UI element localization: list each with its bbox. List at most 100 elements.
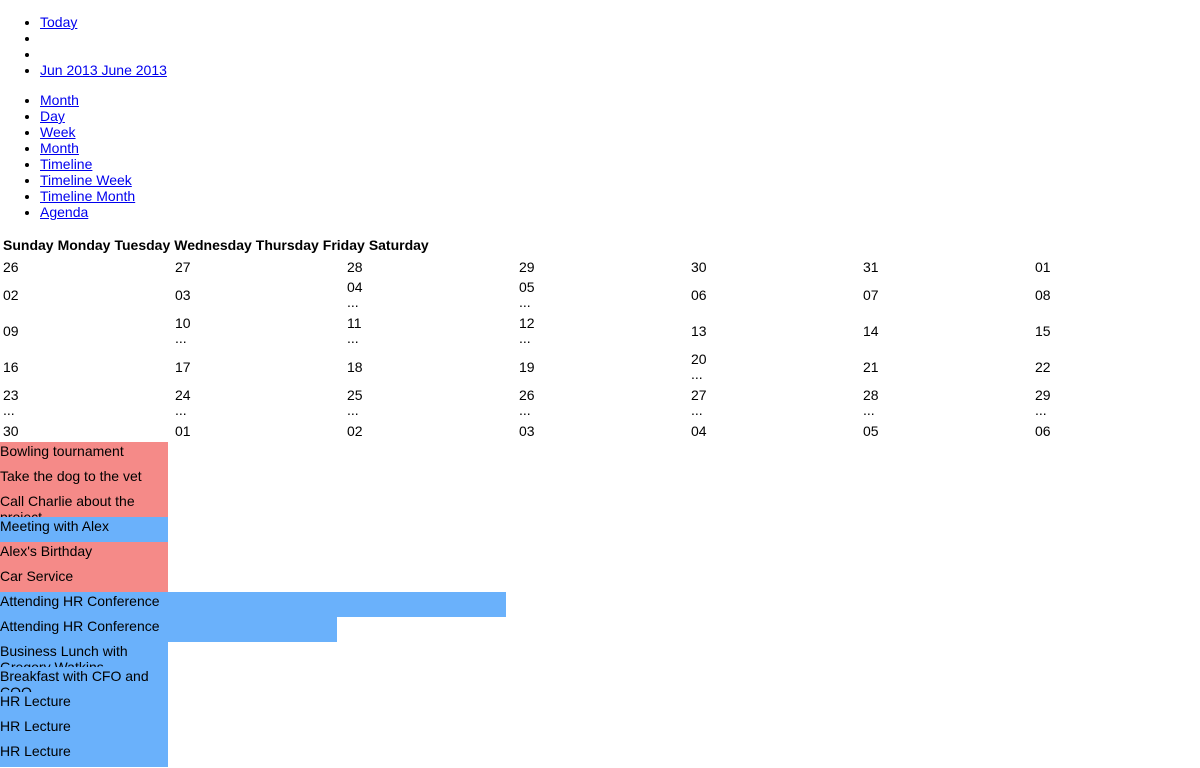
day-cell[interactable]: 11...: [344, 315, 512, 345]
event-item[interactable]: Alex's Birthday: [0, 542, 168, 567]
day-cell[interactable]: 27: [172, 259, 340, 275]
view-timeline-month-button[interactable]: Timeline Month: [40, 188, 135, 204]
day-number: 18: [347, 359, 363, 375]
day-number: 06: [691, 287, 707, 303]
view-month-button-2[interactable]: Month: [40, 140, 79, 156]
day-cell[interactable]: 20...: [688, 351, 856, 381]
weekday-label: Saturday: [368, 237, 429, 253]
more-events-link[interactable]: ...: [519, 331, 684, 345]
more-events-link[interactable]: ...: [1035, 403, 1200, 417]
event-item[interactable]: Call Charlie about the project: [0, 492, 168, 525]
day-cell[interactable]: 16: [0, 359, 168, 375]
day-number: 16: [3, 359, 19, 375]
day-cell[interactable]: 10...: [172, 315, 340, 345]
day-cell[interactable]: 05...: [516, 279, 684, 309]
view-timeline-week-button[interactable]: Timeline Week: [40, 172, 132, 188]
day-cell[interactable]: 14: [860, 323, 1028, 339]
more-events-link[interactable]: ...: [691, 367, 856, 381]
day-cell[interactable]: 22: [1032, 359, 1200, 375]
event-item[interactable]: Bowling tournament: [0, 442, 168, 467]
day-cell[interactable]: 31: [860, 259, 1028, 275]
day-cell[interactable]: 07: [860, 287, 1028, 303]
day-cell[interactable]: 04...: [344, 279, 512, 309]
more-events-link[interactable]: ...: [3, 403, 168, 417]
day-cell[interactable]: 27...: [688, 387, 856, 417]
day-cell[interactable]: 06: [1032, 423, 1200, 439]
more-events-link[interactable]: ...: [175, 403, 340, 417]
view-item: Month: [40, 92, 135, 108]
day-number: 21: [863, 359, 879, 375]
day-cell[interactable]: 28: [344, 259, 512, 275]
view-item: Timeline Week: [40, 172, 135, 188]
day-cell[interactable]: 21: [860, 359, 1028, 375]
day-cell[interactable]: 09: [0, 323, 168, 339]
day-number: 22: [1035, 359, 1051, 375]
day-number: 06: [1035, 423, 1051, 439]
day-cell[interactable]: 03: [172, 287, 340, 303]
event-title: HR Lecture: [0, 718, 71, 734]
more-events-link[interactable]: ...: [691, 403, 856, 417]
event-item[interactable]: Meeting with Alex: [0, 517, 168, 542]
day-cell[interactable]: 26: [0, 259, 168, 275]
day-cell[interactable]: 19: [516, 359, 684, 375]
day-cell[interactable]: 03: [516, 423, 684, 439]
event-item[interactable]: Business Lunch with Gregory Watkins: [0, 642, 168, 675]
day-cell[interactable]: 04: [688, 423, 856, 439]
event-item[interactable]: HR Lecture: [0, 742, 168, 767]
day-cell[interactable]: 29...: [1032, 387, 1200, 417]
day-cell[interactable]: 28...: [860, 387, 1028, 417]
event-item[interactable]: Car Service: [0, 567, 168, 592]
day-cell[interactable]: 17: [172, 359, 340, 375]
more-events-link[interactable]: ...: [519, 295, 684, 309]
current-range-button[interactable]: Jun 2013 June 2013: [40, 62, 167, 78]
day-cell[interactable]: 23...: [0, 387, 168, 417]
day-cell[interactable]: 30: [0, 423, 168, 439]
weekday-label: Monday: [57, 237, 111, 253]
day-cell[interactable]: 26...: [516, 387, 684, 417]
event-item[interactable]: Breakfast with CFO and COO: [0, 667, 168, 700]
day-number: 02: [347, 423, 363, 439]
day-cell[interactable]: 08: [1032, 287, 1200, 303]
day-cell[interactable]: 18: [344, 359, 512, 375]
view-month-button[interactable]: Month: [40, 92, 79, 108]
day-number: 24: [175, 387, 191, 403]
day-cell[interactable]: 02: [344, 423, 512, 439]
more-events-link[interactable]: ...: [347, 295, 512, 309]
day-cell[interactable]: 01: [1032, 259, 1200, 275]
event-item[interactable]: Attending HR Conference: [0, 617, 337, 642]
event-item[interactable]: HR Lecture: [0, 692, 168, 717]
day-number: 14: [863, 323, 879, 339]
more-events-link[interactable]: ...: [863, 403, 1028, 417]
event-title: Attending HR Conference: [0, 618, 160, 634]
event-title: Take the dog to the vet: [0, 468, 142, 484]
day-cell[interactable]: 24...: [172, 387, 340, 417]
day-cell[interactable]: 30: [688, 259, 856, 275]
more-events-link[interactable]: ...: [347, 403, 512, 417]
event-item[interactable]: Attending HR Conference: [0, 592, 506, 617]
day-cell[interactable]: 01: [172, 423, 340, 439]
view-week-button[interactable]: Week: [40, 124, 76, 140]
calendar-navigation: Today Jun 2013 June 2013: [0, 14, 167, 78]
day-cell[interactable]: 15: [1032, 323, 1200, 339]
view-timeline-button[interactable]: Timeline: [40, 156, 92, 172]
day-cell[interactable]: 25...: [344, 387, 512, 417]
day-cell[interactable]: 12...: [516, 315, 684, 345]
day-cell[interactable]: 02: [0, 287, 168, 303]
view-day-button[interactable]: Day: [40, 108, 65, 124]
more-events-link[interactable]: ...: [347, 331, 512, 345]
more-events-link[interactable]: ...: [175, 331, 340, 345]
day-cell[interactable]: 05: [860, 423, 1028, 439]
day-number: 15: [1035, 323, 1051, 339]
day-cell[interactable]: 13: [688, 323, 856, 339]
event-item[interactable]: HR Lecture: [0, 717, 168, 742]
day-number: 23: [3, 387, 19, 403]
day-cell[interactable]: 29: [516, 259, 684, 275]
more-events-link[interactable]: ...: [519, 403, 684, 417]
today-button[interactable]: Today: [40, 14, 77, 30]
day-number: 29: [519, 259, 535, 275]
day-cell[interactable]: 06: [688, 287, 856, 303]
day-number: 09: [3, 323, 19, 339]
weekday-label: Sunday: [3, 237, 54, 253]
view-agenda-button[interactable]: Agenda: [40, 204, 88, 220]
event-item[interactable]: Take the dog to the vet: [0, 467, 168, 492]
